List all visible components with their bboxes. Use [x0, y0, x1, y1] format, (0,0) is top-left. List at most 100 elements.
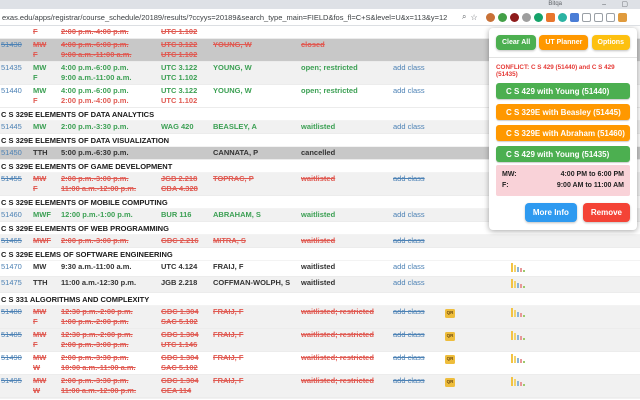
window-extension-icon[interactable]	[594, 13, 603, 22]
unique-number[interactable]: 51460	[1, 210, 22, 219]
zoom-icon[interactable]: ⌕	[462, 12, 466, 22]
chart-cell[interactable]	[511, 262, 527, 275]
add-class-link[interactable]: add class	[393, 122, 425, 131]
course-bar[interactable]: C S 329E with Beasley (51445)	[496, 104, 630, 120]
unique-number-link[interactable]: 51455	[0, 174, 33, 184]
add-class-link[interactable]: add class	[393, 330, 425, 339]
green-circle-extension-icon[interactable]	[498, 13, 507, 22]
orange-extension-icon[interactable]	[546, 13, 555, 22]
unique-number[interactable]: 51450	[1, 148, 22, 157]
histogram-icon[interactable]	[511, 307, 525, 317]
unique-number-link[interactable]: 51450	[0, 148, 33, 158]
course-bar[interactable]: C S 329E with Abraham (51460)	[496, 125, 630, 141]
options-button[interactable]: Options	[592, 35, 630, 50]
histogram-icon[interactable]	[511, 330, 525, 340]
unique-number-link[interactable]: 51430	[0, 40, 33, 50]
add-class-cell[interactable]: add class	[393, 174, 445, 184]
unique-number-link[interactable]: 51485	[0, 330, 33, 340]
unique-number[interactable]: 51465	[1, 236, 22, 245]
add-class-cell[interactable]: add class	[393, 330, 445, 340]
clear-all-button[interactable]: Clear All	[496, 35, 536, 50]
qr-cell[interactable]: QR	[445, 376, 467, 387]
course-bar[interactable]: C S 429 with Young (51435)	[496, 146, 630, 162]
add-class-link[interactable]: add class	[393, 307, 425, 316]
unique-number[interactable]: 51435	[1, 63, 22, 72]
unique-number-link[interactable]: 51495	[0, 376, 33, 386]
add-class-link[interactable]: add class	[393, 262, 425, 271]
chart-cell[interactable]	[511, 353, 527, 366]
more-info-button[interactable]: More Info	[525, 203, 577, 222]
add-class-cell[interactable]: add class	[393, 262, 445, 272]
unique-number[interactable]: 51430	[1, 40, 22, 49]
gray-extension-icon[interactable]	[522, 13, 531, 22]
histogram-icon[interactable]	[511, 262, 525, 272]
add-class-link[interactable]: add class	[393, 210, 425, 219]
unique-number[interactable]: 51470	[1, 262, 22, 271]
unique-number-link[interactable]: 51470	[0, 262, 33, 272]
blue-square-extension-icon[interactable]	[570, 13, 579, 22]
room-value: GDC 1.304	[161, 353, 211, 363]
address-bar[interactable]: exas.edu/apps/registrar/course_schedule/…	[0, 13, 462, 22]
chart-cell[interactable]	[511, 376, 527, 389]
unique-number-link[interactable]: 51480	[0, 307, 33, 317]
unique-number[interactable]: 51485	[1, 330, 22, 339]
add-class-link[interactable]: add class	[393, 376, 425, 385]
add-class-cell[interactable]: add class	[393, 353, 445, 363]
add-class-cell[interactable]: add class	[393, 122, 445, 132]
unique-number[interactable]: 51445	[1, 122, 22, 131]
add-class-link[interactable]: add class	[393, 353, 425, 362]
add-class-link[interactable]: add class	[393, 86, 425, 95]
unique-number-link[interactable]: 51490	[0, 353, 33, 363]
unique-number[interactable]: 51490	[1, 353, 22, 362]
add-class-cell[interactable]: add class	[393, 376, 445, 386]
shield-extension-icon[interactable]	[510, 13, 519, 22]
teal-circle-extension-icon[interactable]	[558, 13, 567, 22]
maximize-button[interactable]: ▢	[621, 0, 628, 9]
unique-number[interactable]: 51480	[1, 307, 22, 316]
unique-number-link[interactable]: 51440	[0, 86, 33, 96]
unique-number[interactable]: 51440	[1, 86, 22, 95]
dark-square-extension-icon[interactable]	[606, 13, 615, 22]
qr-badge-icon[interactable]: QR	[445, 378, 455, 387]
unique-number[interactable]: 51455	[1, 174, 22, 183]
add-class-cell[interactable]: add class	[393, 236, 445, 246]
qr-cell[interactable]: QR	[445, 330, 467, 341]
add-class-link[interactable]: add class	[393, 278, 425, 287]
unique-number[interactable]: 51475	[1, 278, 22, 287]
chart-cell[interactable]	[511, 278, 527, 291]
minimize-button[interactable]: –	[602, 0, 606, 9]
qr-cell[interactable]: QR	[445, 307, 467, 318]
unique-number-link[interactable]: 51435	[0, 63, 33, 73]
monitor-extension-icon[interactable]	[582, 13, 591, 22]
histogram-icon[interactable]	[511, 353, 525, 363]
hour-cell: 12:30 p.m.-2:00 p.m.1:00 p.m.-2:00 p.m.	[61, 307, 161, 327]
add-class-cell[interactable]: add class	[393, 86, 445, 96]
qr-badge-icon[interactable]: QR	[445, 355, 455, 364]
unique-number-link[interactable]: 51460	[0, 210, 33, 220]
yellow-square-extension-icon[interactable]	[618, 13, 627, 22]
qr-cell[interactable]: QR	[445, 353, 467, 364]
add-class-link[interactable]: add class	[393, 63, 425, 72]
chart-cell[interactable]	[511, 307, 527, 320]
unique-number-link[interactable]: 51475	[0, 278, 33, 288]
add-class-cell[interactable]: add class	[393, 63, 445, 73]
add-class-link[interactable]: add class	[393, 236, 425, 245]
qr-badge-icon[interactable]: QR	[445, 332, 455, 341]
add-class-cell[interactable]: add class	[393, 307, 445, 317]
add-class-link[interactable]: add class	[393, 174, 425, 183]
unique-number-link[interactable]: 51445	[0, 122, 33, 132]
unique-number[interactable]: 51495	[1, 376, 22, 385]
remove-button[interactable]: Remove	[583, 203, 630, 222]
bookmark-star-icon[interactable]: ☆	[470, 13, 477, 22]
ut-planner-button[interactable]: UT Planner	[539, 35, 588, 50]
add-class-cell[interactable]: add class	[393, 278, 445, 288]
chart-cell[interactable]	[511, 330, 527, 343]
histogram-icon[interactable]	[511, 278, 525, 288]
fox-extension-icon[interactable]	[486, 13, 495, 22]
histogram-icon[interactable]	[511, 376, 525, 386]
unique-number-link[interactable]: 51465	[0, 236, 33, 246]
qr-badge-icon[interactable]: QR	[445, 309, 455, 318]
course-bar[interactable]: C S 429 with Young (51440)	[496, 83, 630, 99]
add-class-cell[interactable]: add class	[393, 210, 445, 220]
grammarly-extension-icon[interactable]	[534, 13, 543, 22]
